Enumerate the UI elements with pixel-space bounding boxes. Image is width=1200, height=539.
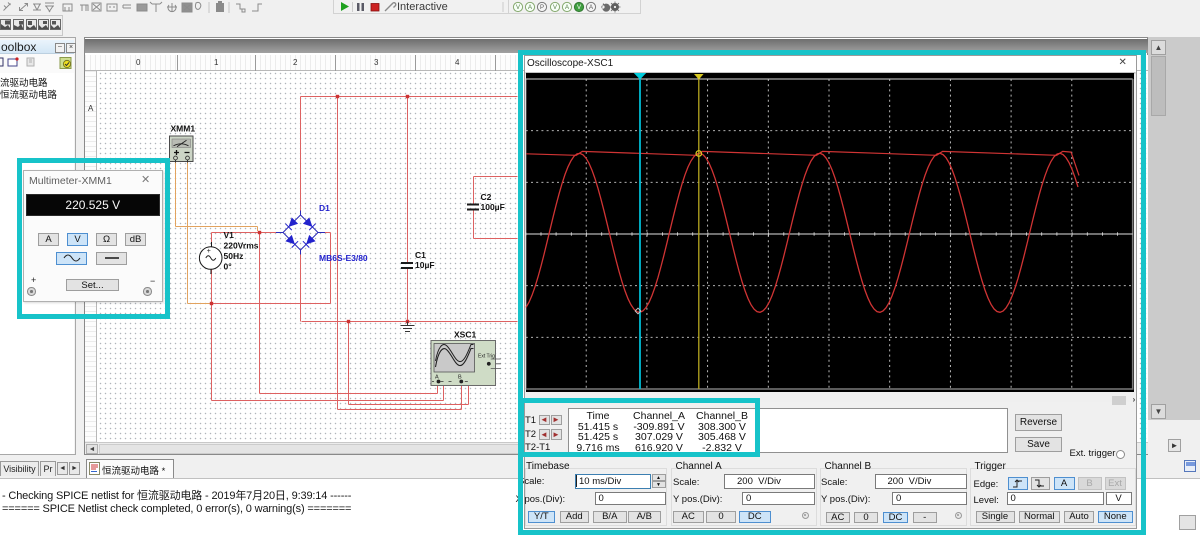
svg-text:V1: V1 [224,230,235,240]
svg-text:220Vrms: 220Vrms [224,241,259,251]
svg-text:C2: C2 [481,192,492,202]
svg-text:D1: D1 [319,203,330,213]
svg-text:B: B [458,375,462,381]
svg-text:0°: 0° [224,262,233,272]
svg-text:XMM1: XMM1 [171,124,196,134]
svg-text:A: A [435,375,439,381]
svg-text:100µF: 100µF [481,202,505,212]
svg-text:10µF: 10µF [415,260,435,270]
svg-text:MB6S-E3/80: MB6S-E3/80 [319,253,368,263]
svg-text:50Hz: 50Hz [224,251,244,261]
svg-text:XSC1: XSC1 [454,330,476,340]
svg-text:C1: C1 [415,250,426,260]
svg-text:+: + [207,248,211,255]
